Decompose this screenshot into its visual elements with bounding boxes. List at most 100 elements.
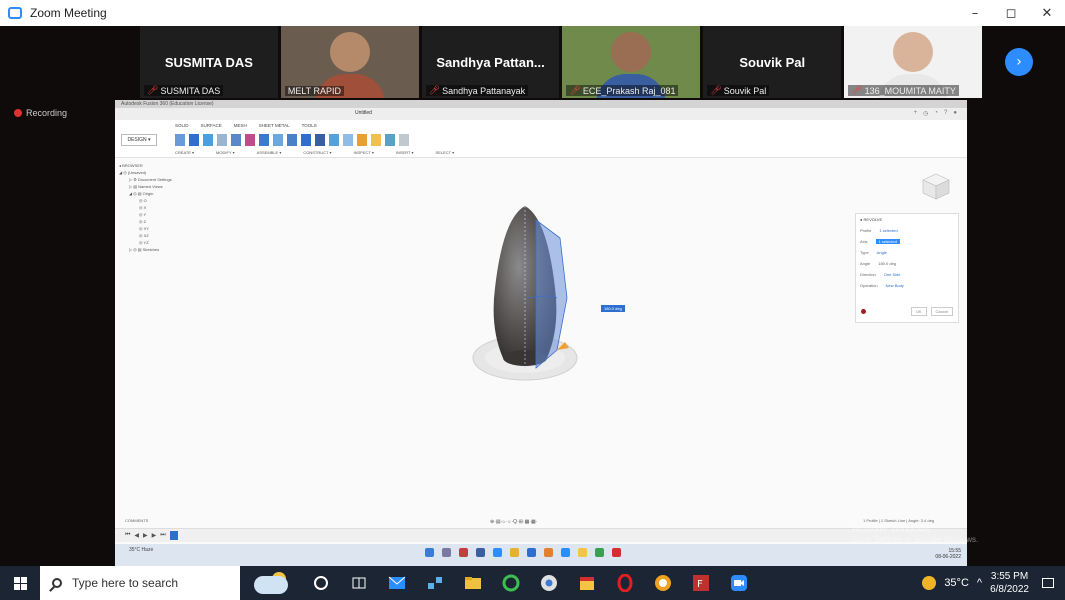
insert-icon[interactable] <box>385 134 395 146</box>
form-icon[interactable] <box>245 134 255 146</box>
sweep-icon[interactable] <box>217 134 227 146</box>
browser-title[interactable]: ◂ BROWSER <box>119 162 249 169</box>
cancel-button[interactable]: Cancel <box>930 307 953 316</box>
tab-surface[interactable]: SURFACE <box>201 123 222 128</box>
tray-temperature[interactable]: 35°C <box>944 577 969 589</box>
navigation-bar[interactable]: ⊕·▤·⌂·☼·Q·⊞·▦·▦· <box>490 519 537 525</box>
close-button[interactable]: ✕ <box>1029 0 1065 26</box>
maximize-button[interactable]: ◻ <box>993 0 1029 26</box>
help-icon[interactable]: ? <box>944 110 947 117</box>
browser-item[interactable]: ◎ O <box>119 197 249 204</box>
plane-icon[interactable] <box>357 134 367 146</box>
rigid-icon[interactable] <box>343 134 353 146</box>
workspace-design-button[interactable]: DESIGN ▾ <box>121 134 157 146</box>
participant-tile-video[interactable]: MELT RAPID <box>280 26 419 98</box>
operation-dropdown[interactable]: New Body <box>886 283 904 288</box>
browser-item[interactable]: ◢ ◎ (Unsaved) <box>119 169 249 176</box>
browser-item[interactable]: ◎ Z <box>119 218 249 225</box>
browser-icon[interactable] <box>652 572 674 594</box>
refresh-app-icon[interactable] <box>500 572 522 594</box>
move-icon[interactable] <box>315 134 325 146</box>
document-tab[interactable]: Untitled <box>355 110 372 116</box>
browser-item[interactable]: ◢ ◎ ▤ Origin <box>119 190 249 197</box>
browser-item[interactable]: ◎ X <box>119 204 249 211</box>
start-button[interactable] <box>0 566 40 600</box>
press-pull-icon[interactable] <box>259 134 269 146</box>
user-icon[interactable]: ● <box>953 110 957 117</box>
network-app-icon[interactable] <box>424 572 446 594</box>
timeline-end-icon[interactable]: ⏭ <box>160 532 165 539</box>
create-menu[interactable]: CREATE ▾ <box>175 150 194 155</box>
cortana-icon[interactable] <box>310 572 332 594</box>
browser-item[interactable]: ◎ Y <box>119 211 249 218</box>
fusion-360-icon[interactable]: F <box>690 572 712 594</box>
browser-item[interactable]: ▷ ▤ Named Views <box>119 183 249 190</box>
tab-tools[interactable]: TOOLS <box>302 123 317 128</box>
select-icon[interactable] <box>399 134 409 146</box>
joint-icon[interactable] <box>329 134 339 146</box>
calendar-icon[interactable] <box>576 572 598 594</box>
weather-sun-icon[interactable] <box>922 576 937 590</box>
timeline-play-icon[interactable]: ▶ <box>143 532 148 539</box>
shell-icon[interactable] <box>287 134 297 146</box>
viewcube-icon[interactable] <box>921 172 951 200</box>
loft-icon[interactable] <box>231 134 241 146</box>
timeline-next-icon[interactable]: ▶ <box>152 532 157 539</box>
tray-caret[interactable]: ^ <box>977 577 982 589</box>
participant-tile[interactable]: Souvik Pal 🎤︎ Souvik Pal <box>703 26 842 98</box>
assemble-menu[interactable]: ASSEMBLE ▾ <box>257 150 282 155</box>
taskbar-search-box[interactable]: Type here to search <box>40 566 240 600</box>
box-icon[interactable] <box>189 134 199 146</box>
info-icon[interactable] <box>861 309 866 314</box>
timeline-prev-icon[interactable]: ◀ <box>134 532 139 539</box>
revolved-body-model[interactable] <box>465 198 595 398</box>
type-dropdown[interactable]: Angle <box>877 250 887 255</box>
sketch-icon[interactable] <box>175 134 185 146</box>
angle-field[interactable]: 180.0 deg <box>878 261 896 266</box>
participant-tile[interactable]: SUSMITA DAS 🎤︎ SUSMITA DAS <box>140 26 278 98</box>
direction-dropdown[interactable]: One Side <box>884 272 901 277</box>
timeline-sketch-item[interactable] <box>169 531 178 540</box>
browser-item[interactable]: ◎ YZ <box>119 239 249 246</box>
timeline-start-icon[interactable]: ⏮ <box>125 532 130 539</box>
browser-item[interactable]: ◎ XZ <box>119 232 249 239</box>
weather-widget-icon[interactable] <box>240 566 300 600</box>
opera-icon[interactable] <box>614 572 636 594</box>
select-menu[interactable]: SELECT ▾ <box>436 150 455 155</box>
axis-selector[interactable]: 1 selected <box>875 239 900 244</box>
clock-icon[interactable]: ◷ <box>923 110 928 117</box>
browser-item[interactable]: ▷ ◎ ▤ Sketches <box>119 246 249 253</box>
file-explorer-icon[interactable] <box>462 572 484 594</box>
tab-sheet-metal[interactable]: SHEET METAL <box>259 123 290 128</box>
notification-icon[interactable] <box>1037 566 1059 600</box>
participant-tile[interactable]: Sandhya Pattan... 🎤︎ Sandhya Pattanayak <box>421 26 560 98</box>
bell-icon[interactable]: ◔ <box>934 110 938 117</box>
construct-menu[interactable]: CONSTRUCT ▾ <box>303 150 331 155</box>
insert-menu[interactable]: INSERT ▾ <box>396 150 414 155</box>
minimize-button[interactable]: – <box>957 0 993 26</box>
angle-dimension-input[interactable]: 180.0 deg <box>601 305 625 312</box>
fillet-icon[interactable] <box>273 134 283 146</box>
next-page-arrow-icon[interactable]: › <box>1005 48 1033 76</box>
plus-icon[interactable]: + <box>914 110 918 117</box>
participant-tile-video[interactable]: 🎤︎ ECE_Prakash Raj_081 <box>562 26 701 98</box>
chrome-icon[interactable] <box>538 572 560 594</box>
profile-selector[interactable]: 1 selected <box>879 228 897 233</box>
participant-tile-video[interactable]: 🎤︎ 136_MOUMITA MAITY <box>844 26 982 98</box>
task-view-icon[interactable] <box>348 572 370 594</box>
recording-indicator[interactable]: Recording <box>14 108 67 118</box>
comments-panel[interactable]: COMMENTS <box>125 518 148 523</box>
tab-mesh[interactable]: MESH <box>234 123 247 128</box>
modify-menu[interactable]: MODIFY ▾ <box>216 150 235 155</box>
zoom-icon[interactable] <box>728 572 750 594</box>
revolve-icon[interactable] <box>203 134 213 146</box>
taskbar-clock[interactable]: 3:55 PM 6/8/2022 <box>990 570 1029 596</box>
tab-solid[interactable]: SOLID <box>175 123 189 128</box>
ok-button[interactable]: OK <box>910 307 927 316</box>
mail-icon[interactable] <box>386 572 408 594</box>
browser-item[interactable]: ▷ ⚙ Document Settings <box>119 176 249 183</box>
inspect-menu[interactable]: INSPECT ▾ <box>354 150 374 155</box>
measure-icon[interactable] <box>371 134 381 146</box>
combine-icon[interactable] <box>301 134 311 146</box>
browser-item[interactable]: ◎ XY <box>119 225 249 232</box>
